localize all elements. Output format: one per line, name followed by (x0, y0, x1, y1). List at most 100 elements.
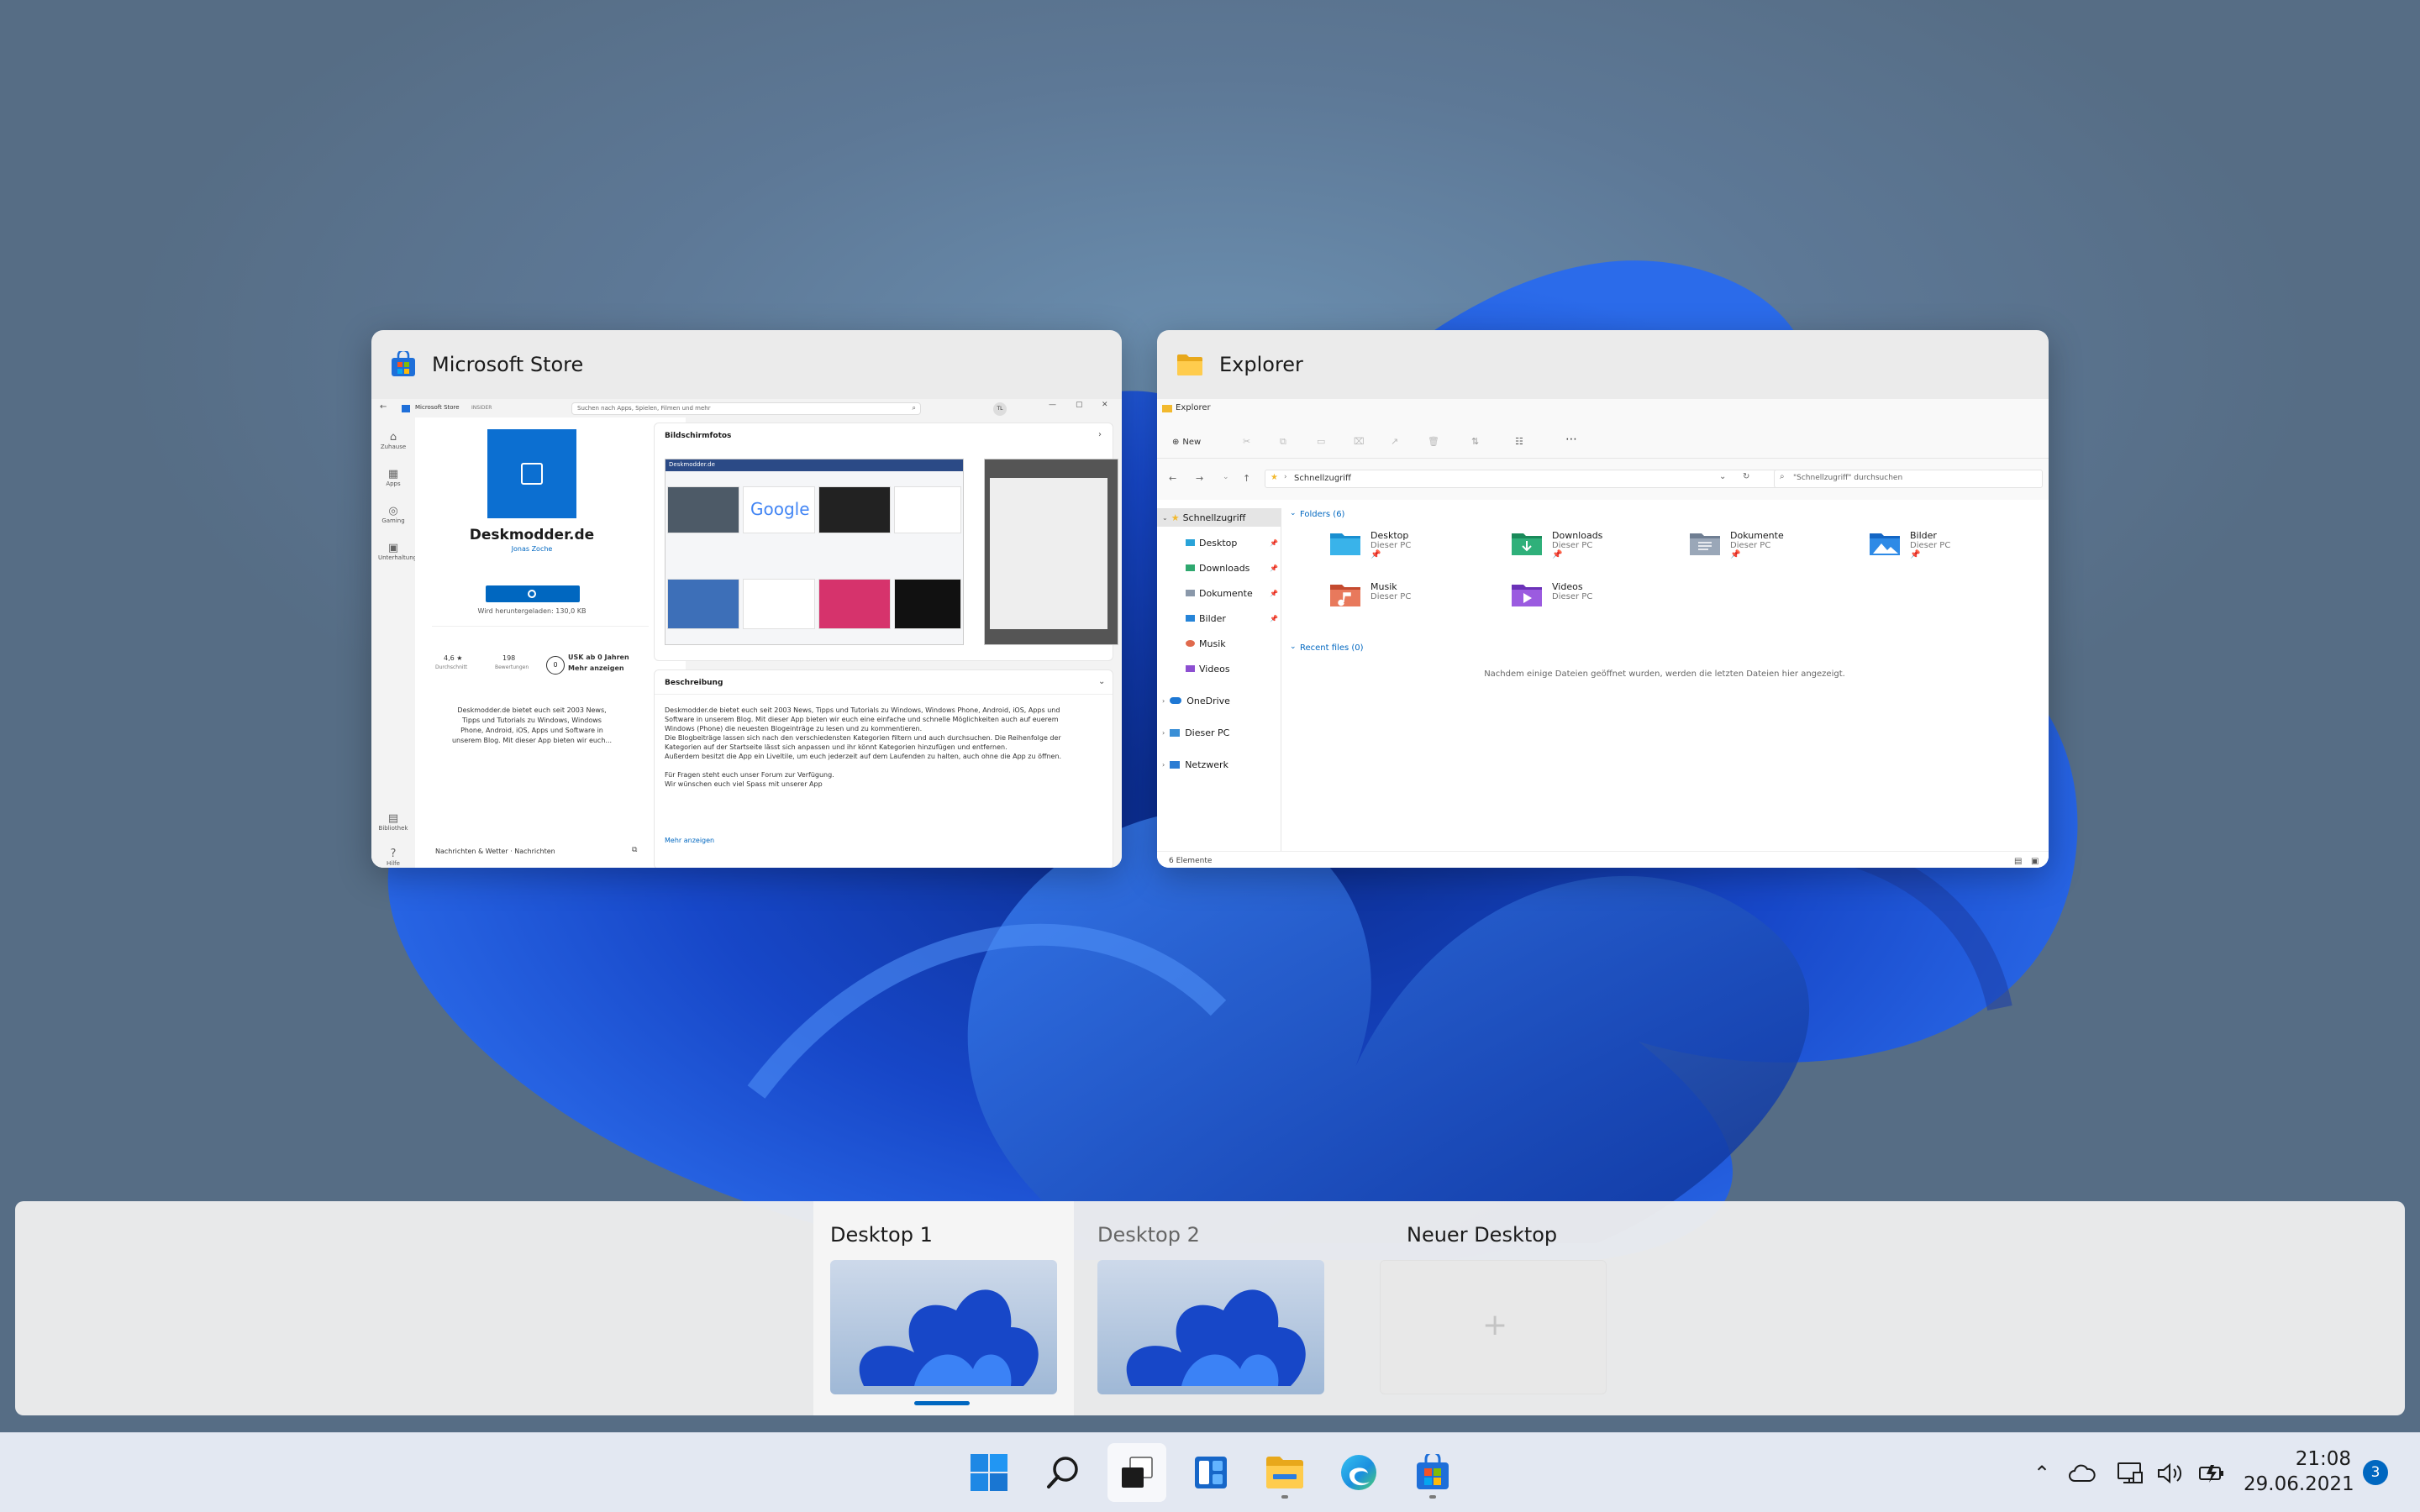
nav-onedrive[interactable]: › OneDrive (1157, 691, 1281, 710)
microsoft-store-button[interactable] (1403, 1443, 1462, 1502)
nav-documents[interactable]: Dokumente 📌 (1157, 584, 1281, 602)
rename-icon[interactable]: ⌧ (1354, 436, 1365, 447)
refresh-icon[interactable]: ↻ (1743, 472, 1749, 481)
description-more-link[interactable]: Mehr anzeigen (665, 837, 714, 844)
start-button[interactable] (960, 1443, 1018, 1502)
sort-icon[interactable]: ⇅ (1471, 436, 1479, 447)
back-icon[interactable]: ← (1169, 473, 1176, 484)
clock[interactable]: 21:08 29.06.2021 (2244, 1446, 2354, 1497)
up-icon[interactable]: ↑ (1243, 473, 1250, 484)
address-bar[interactable]: ★ › Schnellzugriff ⌄ ↻ (1265, 470, 1836, 488)
share-icon[interactable]: ↗ (1391, 436, 1398, 447)
explorer-thumbnail: Explorer ⊕ New ✂ ⧉ ▭ ⌧ ↗ 🗑 ⇅ ☷ ⋯ ← → ⌄ ↑… (1157, 399, 2049, 868)
window-preview-microsoft-store[interactable]: Microsoft Store ← Microsoft Store INSIDE… (371, 330, 1122, 868)
nav-desktop[interactable]: Desktop 📌 (1157, 533, 1281, 552)
plus-circle-icon: ⊕ (1172, 437, 1180, 447)
task-view-button[interactable] (1107, 1443, 1166, 1502)
recent-empty-message: Nachdem einige Dateien geöffnet wurden, … (1484, 669, 1845, 679)
nav-pictures[interactable]: Bilder 📌 (1157, 609, 1281, 627)
pictures-folder-icon (1870, 533, 1900, 555)
app-info-card: Deskmodder.de Jonas Zoche Wird herunterg… (415, 417, 686, 868)
nav-quick-access[interactable]: ⌄ ★ Schnellzugriff (1157, 508, 1281, 527)
description-text: Deskmodder.de bietet euch seit 2003 News… (665, 706, 1062, 788)
folder-desktop[interactable]: Desktop Dieser PC 📌 (1328, 530, 1411, 559)
chevron-down-icon[interactable]: ⌄ (1223, 473, 1229, 481)
recent-files-header[interactable]: Recent files (0) (1300, 643, 1364, 653)
battery-tray-button[interactable] (2195, 1458, 2228, 1488)
folder-documents[interactable]: Dokumente Dieser PC 📌 (1688, 530, 1784, 559)
paste-icon[interactable]: ▭ (1317, 436, 1325, 447)
nav-entertainment[interactable]: ▣ Unterhaltung (378, 542, 417, 561)
desktop-2[interactable]: Desktop 2 (1081, 1201, 1341, 1415)
notification-badge[interactable]: 3 (2363, 1460, 2388, 1485)
widgets-button[interactable] (1181, 1443, 1240, 1502)
nav-gaming[interactable]: ◎ Gaming (378, 505, 408, 524)
nav-apps[interactable]: ▦ Apps (378, 468, 408, 487)
window-title: Microsoft Store (432, 353, 584, 376)
nav-music[interactable]: Musik (1157, 634, 1281, 653)
path-label: Schnellzugriff (1294, 474, 1351, 483)
show-hidden-icons-button[interactable]: ⌃ (2027, 1458, 2057, 1488)
desktop-1[interactable]: Desktop 1 (813, 1201, 1074, 1415)
description-title: Beschreibung (665, 679, 723, 687)
nav-help[interactable]: ? Hilfe (378, 848, 408, 867)
nav-home[interactable]: ⌂ Zuhause (378, 431, 408, 450)
desktop-label: Desktop 2 (1097, 1223, 1200, 1247)
navigation-pane: ⌄ ★ Schnellzugriff Desktop 📌 Downloads 📌 Dok… (1157, 508, 1281, 851)
screenshot-2[interactable] (984, 459, 1118, 645)
folder-videos[interactable]: Videos Dieser PC (1510, 581, 1592, 608)
virtual-desktops-bar: Desktop 1 Desktop 2 Neuer Desktop + (15, 1201, 2405, 1415)
more-icon[interactable]: ⋯ (1565, 433, 1577, 446)
copy-icon[interactable]: ⧉ (1280, 436, 1286, 448)
downloads-folder-icon (1512, 533, 1542, 555)
music-folder-icon (1186, 640, 1195, 647)
nav-videos[interactable]: Videos (1157, 659, 1281, 678)
desktop-label: Desktop 1 (830, 1223, 933, 1247)
view-icon[interactable]: ☷ (1515, 436, 1523, 447)
maximize-icon[interactable]: ▢ (1076, 401, 1083, 409)
computer-icon (1170, 728, 1181, 737)
google-logo: Google (750, 499, 810, 519)
download-progress-button[interactable] (486, 585, 580, 602)
close-icon[interactable]: ✕ (1102, 401, 1108, 409)
short-description: Deskmodder.de bietet euch seit 2003 News… (451, 706, 613, 744)
share-icon[interactable]: ⧉ (632, 846, 637, 854)
file-explorer-button[interactable] (1255, 1443, 1314, 1502)
search-button[interactable] (1034, 1443, 1092, 1502)
chevron-right-icon[interactable]: › (1098, 430, 1102, 439)
network-icon (2118, 1462, 2143, 1483)
search-input[interactable]: ⌕ "Schnellzugriff" durchsuchen (1774, 470, 2043, 488)
folder-pictures[interactable]: Bilder Dieser PC 📌 (1868, 530, 1950, 559)
minimize-icon[interactable]: — (1049, 401, 1056, 409)
new-button[interactable]: ⊕ New (1172, 434, 1201, 449)
usk-more-link[interactable]: Mehr anzeigen (568, 664, 624, 672)
window-title: Explorer (1219, 353, 1303, 376)
forward-icon[interactable]: → (1196, 473, 1203, 484)
chevron-down-icon[interactable]: ⌄ (1098, 677, 1105, 686)
nav-this-pc[interactable]: › Dieser PC (1157, 723, 1281, 742)
nav-library[interactable]: ▤ Bibliothek (378, 812, 408, 832)
screenshot-1[interactable]: Deskmodder.de Google (665, 459, 964, 645)
network-tray-button[interactable] (2112, 1458, 2146, 1488)
delete-icon[interactable]: 🗑 (1428, 436, 1439, 447)
publisher-link[interactable]: Jonas Zoche (415, 545, 649, 553)
new-desktop-tile[interactable]: + (1380, 1260, 1607, 1394)
window-preview-explorer[interactable]: Explorer Explorer ⊕ New ✂ ⧉ ▭ ⌧ ↗ 🗑 ⇅ ☷ … (1157, 330, 2049, 868)
volume-tray-button[interactable] (2153, 1458, 2186, 1488)
folder-music[interactable]: Musik Dieser PC (1328, 581, 1411, 608)
tiles-view-icon[interactable]: ▣ (2031, 857, 2039, 866)
cut-icon[interactable]: ✂ (1243, 436, 1250, 447)
store-search-input[interactable]: Suchen nach Apps, Spielen, Filmen und me… (571, 402, 921, 415)
app-icon (487, 429, 576, 518)
new-desktop[interactable]: Neuer Desktop + (1363, 1201, 1623, 1415)
folders-section-header[interactable]: Folders (6) (1300, 510, 1344, 519)
pin-icon: 📌 (1552, 550, 1563, 559)
insider-badge: INSIDER (471, 405, 492, 411)
folder-downloads[interactable]: Downloads Dieser PC 📌 (1510, 530, 1602, 559)
avatar[interactable]: TL (993, 402, 1007, 416)
edge-button[interactable] (1329, 1443, 1388, 1502)
details-view-icon[interactable]: ▤ (2014, 857, 2022, 866)
nav-downloads[interactable]: Downloads 📌 (1157, 559, 1281, 577)
onedrive-tray-button[interactable] (2065, 1458, 2099, 1488)
nav-network[interactable]: › Netzwerk (1157, 755, 1281, 774)
